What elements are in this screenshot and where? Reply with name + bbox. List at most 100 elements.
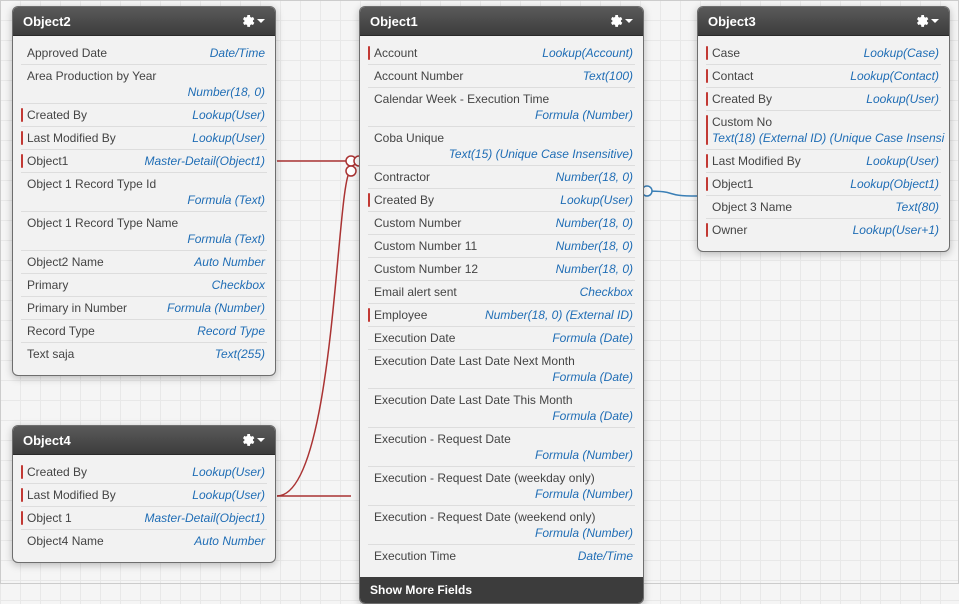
field-type: Lookup(User) [192,488,265,502]
field-label: Primary in Number [27,301,127,315]
field-type: Lookup(User) [192,465,265,479]
show-more-fields[interactable]: Show More Fields [360,577,643,603]
field-row[interactable]: Created ByLookup(User) [21,103,267,126]
field-type: Number(18, 0) [27,85,265,99]
field-row[interactable]: Approved Date Date/Time [21,42,267,64]
panel-header[interactable]: Object1 [360,7,643,36]
field-row[interactable]: Last Modified ByLookup(User) [706,149,941,172]
field-type: Auto Number [194,534,265,548]
field-type: Lookup(Object1) [850,177,939,191]
field-row[interactable]: Custom NoText(18) (External ID) (Unique … [706,110,941,149]
field-row[interactable]: Record TypeRecord Type [21,319,267,342]
panel-title: Object2 [23,14,71,29]
field-row[interactable]: Object1Lookup(Object1) [706,172,941,195]
field-row[interactable]: Object2 Name Auto Number [21,250,267,273]
field-row[interactable]: Account Lookup(Account) [368,42,635,64]
field-row[interactable]: Email alert sentCheckbox [368,280,635,303]
field-row[interactable]: Custom Number 11Number(18, 0) [368,234,635,257]
field-row[interactable]: ContactLookup(Contact) [706,64,941,87]
object-panel-object4[interactable]: Object4Created ByLookup(User)Last Modifi… [12,425,276,563]
field-row[interactable]: Text sajaText(255) [21,342,267,365]
field-row[interactable]: Execution - Request Date (weekday only) F… [368,466,635,505]
field-row[interactable]: Object4 NameAuto Number [21,529,267,552]
gear-icon[interactable] [913,13,939,29]
field-type: Lookup(Account) [542,46,633,60]
field-row[interactable]: Execution Date Last Date This MonthFormu… [368,388,635,427]
object-panel-object1[interactable]: Object1 Account Lookup(Account) Account Num… [359,6,644,604]
field-row[interactable]: Last Modified ByLookup(User) [21,126,267,149]
field-list: Approved Date Date/Time Area Production by… [13,36,275,375]
field-label: Contractor [374,170,430,184]
field-type: Lookup(Case) [864,46,939,60]
field-row[interactable]: Created ByLookup(User) [368,188,635,211]
gear-icon[interactable] [239,13,265,29]
field-row[interactable]: Custom NumberNumber(18, 0) [368,211,635,234]
field-row[interactable]: Object 1Master-Detail(Object1) [21,506,267,529]
field-row[interactable]: PrimaryCheckbox [21,273,267,296]
field-row[interactable]: Last Modified By Lookup(User) [21,483,267,506]
field-label: Object2 Name [27,255,104,269]
panel-header[interactable]: Object3 [698,7,949,36]
field-label: Last Modified By [27,488,116,502]
field-row[interactable]: Execution TimeDate/Time [368,544,635,567]
field-label: Custom Number 12 [374,262,478,276]
field-label: Execution - Request Date (weekend only) [374,510,595,524]
field-type: Text(18) (External ID) (Unique Case Inse… [712,131,939,145]
field-label: Execution - Request Date [374,432,511,446]
field-label: Execution - Request Date (weekday only) [374,471,595,485]
field-row[interactable]: Object 1 Record Type IdFormula (Text) [21,172,267,211]
field-label: Created By [374,193,434,207]
field-type: Date/Time [578,549,633,563]
field-type: Number(18, 0) [556,170,633,184]
field-row[interactable]: Created ByLookup(User) [706,87,941,110]
field-label: Area Production by Year [27,69,156,83]
field-label: Employee [374,308,427,322]
field-label: Execution Date Last Date This Month [374,393,573,407]
field-row[interactable]: Contractor Number(18, 0) [368,165,635,188]
field-row[interactable]: OwnerLookup(User+1) [706,218,941,241]
field-row[interactable]: Execution - Request Date Formula (Number) [368,427,635,466]
gear-icon[interactable] [607,13,633,29]
field-type: Formula (Date) [552,331,633,345]
object-panel-object3[interactable]: Object3CaseLookup(Case)ContactLookup(Con… [697,6,950,252]
field-row[interactable]: EmployeeNumber(18, 0) (External ID) [368,303,635,326]
field-row[interactable]: CaseLookup(Case) [706,42,941,64]
field-type: Date/Time [210,46,265,60]
field-row[interactable]: Execution Date Last Date Next MonthFormu… [368,349,635,388]
panel-header[interactable]: Object4 [13,426,275,455]
field-label: Account [374,46,417,60]
field-row[interactable]: Primary in NumberFormula (Number) [21,296,267,319]
field-type: Number(18, 0) [556,262,633,276]
field-type: Lookup(User) [192,131,265,145]
field-type: Auto Number [194,255,265,269]
field-type: Lookup(User) [866,154,939,168]
field-label: Text saja [27,347,74,361]
object-panel-object2[interactable]: Object2 Approved Date Date/Time Area Produc… [12,6,276,376]
field-row[interactable]: Custom Number 12 Number(18, 0) [368,257,635,280]
panel-header[interactable]: Object2 [13,7,275,36]
gear-icon[interactable] [239,432,265,448]
field-row[interactable]: Calendar Week - Execution TimeFormula (N… [368,87,635,126]
field-label: Approved Date [27,46,107,60]
field-label: Object 1 Record Type Name [27,216,178,230]
field-label: Execution Date Last Date Next Month [374,354,575,368]
field-row[interactable]: Execution - Request Date (weekend only)F… [368,505,635,544]
field-row[interactable]: Created ByLookup(User) [21,461,267,483]
panel-title: Object1 [370,14,418,29]
field-row[interactable]: Object 1 Record Type NameFormula (Text) [21,211,267,250]
field-type: Lookup(User) [192,108,265,122]
field-row[interactable]: Coba UniqueText(15) (Unique Case Insensi… [368,126,635,165]
field-row[interactable]: Object 3 NameText(80) [706,195,941,218]
field-row[interactable]: Execution DateFormula (Date) [368,326,635,349]
field-label: Primary [27,278,68,292]
field-row[interactable]: Area Production by Year Number(18, 0) [21,64,267,103]
field-label: Email alert sent [374,285,457,299]
field-list: CaseLookup(Case)ContactLookup(Contact)Cr… [698,36,949,251]
field-type: Formula (Number) [374,448,633,462]
field-type: Master-Detail(Object1) [145,511,265,525]
field-type: Text(100) [583,69,633,83]
field-type: Formula (Number) [374,487,633,501]
field-row[interactable]: Account NumberText(100) [368,64,635,87]
field-row[interactable]: Object1Master-Detail(Object1) [21,149,267,172]
panel-title: Object4 [23,433,71,448]
